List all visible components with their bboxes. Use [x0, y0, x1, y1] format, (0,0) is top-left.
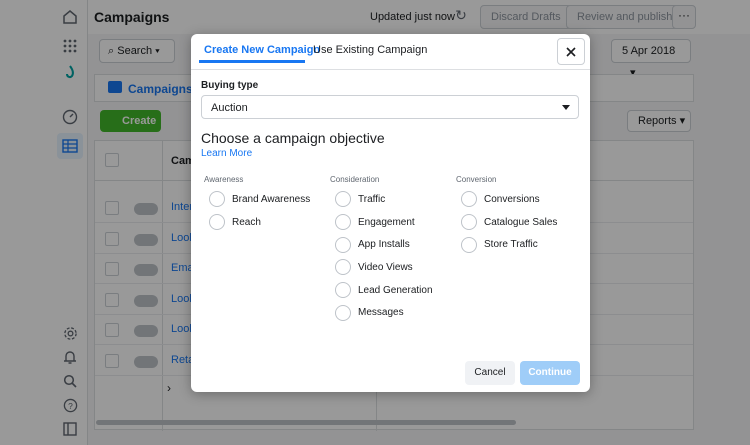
radio-button[interactable]: [461, 191, 477, 208]
objective-label: Conversions: [484, 193, 540, 205]
create-campaign-dialog: Create New Campaign Use Existing Campaig…: [191, 34, 590, 392]
objective-option[interactable]: Video Views: [327, 256, 457, 279]
objective-label: Catalogue Sales: [484, 216, 558, 228]
objective-label: Store Traffic: [484, 239, 538, 251]
objective-label: Reach: [232, 216, 261, 228]
buying-type-select[interactable]: Auction: [201, 95, 579, 119]
objective-group-consideration: Consideration Traffic Engagement App Ins…: [327, 175, 457, 324]
cancel-button[interactable]: Cancel: [465, 361, 515, 385]
objective-label: App Installs: [358, 239, 410, 251]
objective-option[interactable]: Traffic: [327, 188, 457, 211]
objective-label: Traffic: [358, 193, 386, 205]
radio-button[interactable]: [335, 214, 351, 231]
objective-label: Brand Awareness: [232, 193, 311, 205]
objective-label: Video Views: [358, 261, 413, 273]
objective-option[interactable]: Brand Awareness: [201, 188, 331, 211]
objective-label: Engagement: [358, 216, 415, 228]
radio-button[interactable]: [335, 236, 351, 253]
close-icon: [566, 46, 576, 57]
objective-group-awareness: Awareness Brand Awareness Reach: [201, 175, 331, 233]
radio-button[interactable]: [335, 304, 351, 321]
buying-type-value: Auction: [211, 102, 248, 114]
objective-option[interactable]: Messages: [327, 301, 457, 324]
group-title: Awareness: [204, 175, 244, 184]
tab-use-existing-campaign[interactable]: Use Existing Campaign: [313, 44, 427, 56]
objective-label: Lead Generation: [358, 284, 433, 296]
group-title: Conversion: [456, 175, 497, 184]
radio-button[interactable]: [461, 214, 477, 231]
objective-option[interactable]: Catalogue Sales: [453, 211, 583, 234]
objective-option[interactable]: Engagement: [327, 211, 457, 234]
objective-option[interactable]: Lead Generation: [327, 279, 457, 302]
dialog-tabs: Create New Campaign Use Existing Campaig…: [191, 34, 590, 70]
learn-more-link[interactable]: Learn More: [201, 148, 252, 159]
buying-type-label: Buying type: [201, 80, 259, 91]
objective-group-conversion: Conversion Conversions Catalogue Sales S…: [453, 175, 583, 256]
tab-create-new-campaign[interactable]: Create New Campaign: [204, 44, 320, 56]
caret-down-icon: [562, 105, 570, 110]
radio-button[interactable]: [461, 236, 477, 253]
objective-option[interactable]: App Installs: [327, 233, 457, 256]
radio-button[interactable]: [335, 259, 351, 276]
radio-button[interactable]: [209, 191, 225, 208]
active-tab-indicator: [199, 60, 305, 63]
objective-heading: Choose a campaign objective: [201, 130, 385, 146]
objective-option[interactable]: Reach: [201, 211, 331, 234]
radio-button[interactable]: [209, 214, 225, 231]
objective-option[interactable]: Conversions: [453, 188, 583, 211]
group-title: Consideration: [330, 175, 380, 184]
objective-label: Messages: [358, 307, 404, 319]
radio-button[interactable]: [335, 191, 351, 208]
continue-button[interactable]: Continue: [520, 361, 580, 385]
close-button[interactable]: [557, 38, 585, 65]
objective-option[interactable]: Store Traffic: [453, 233, 583, 256]
radio-button[interactable]: [335, 282, 351, 299]
